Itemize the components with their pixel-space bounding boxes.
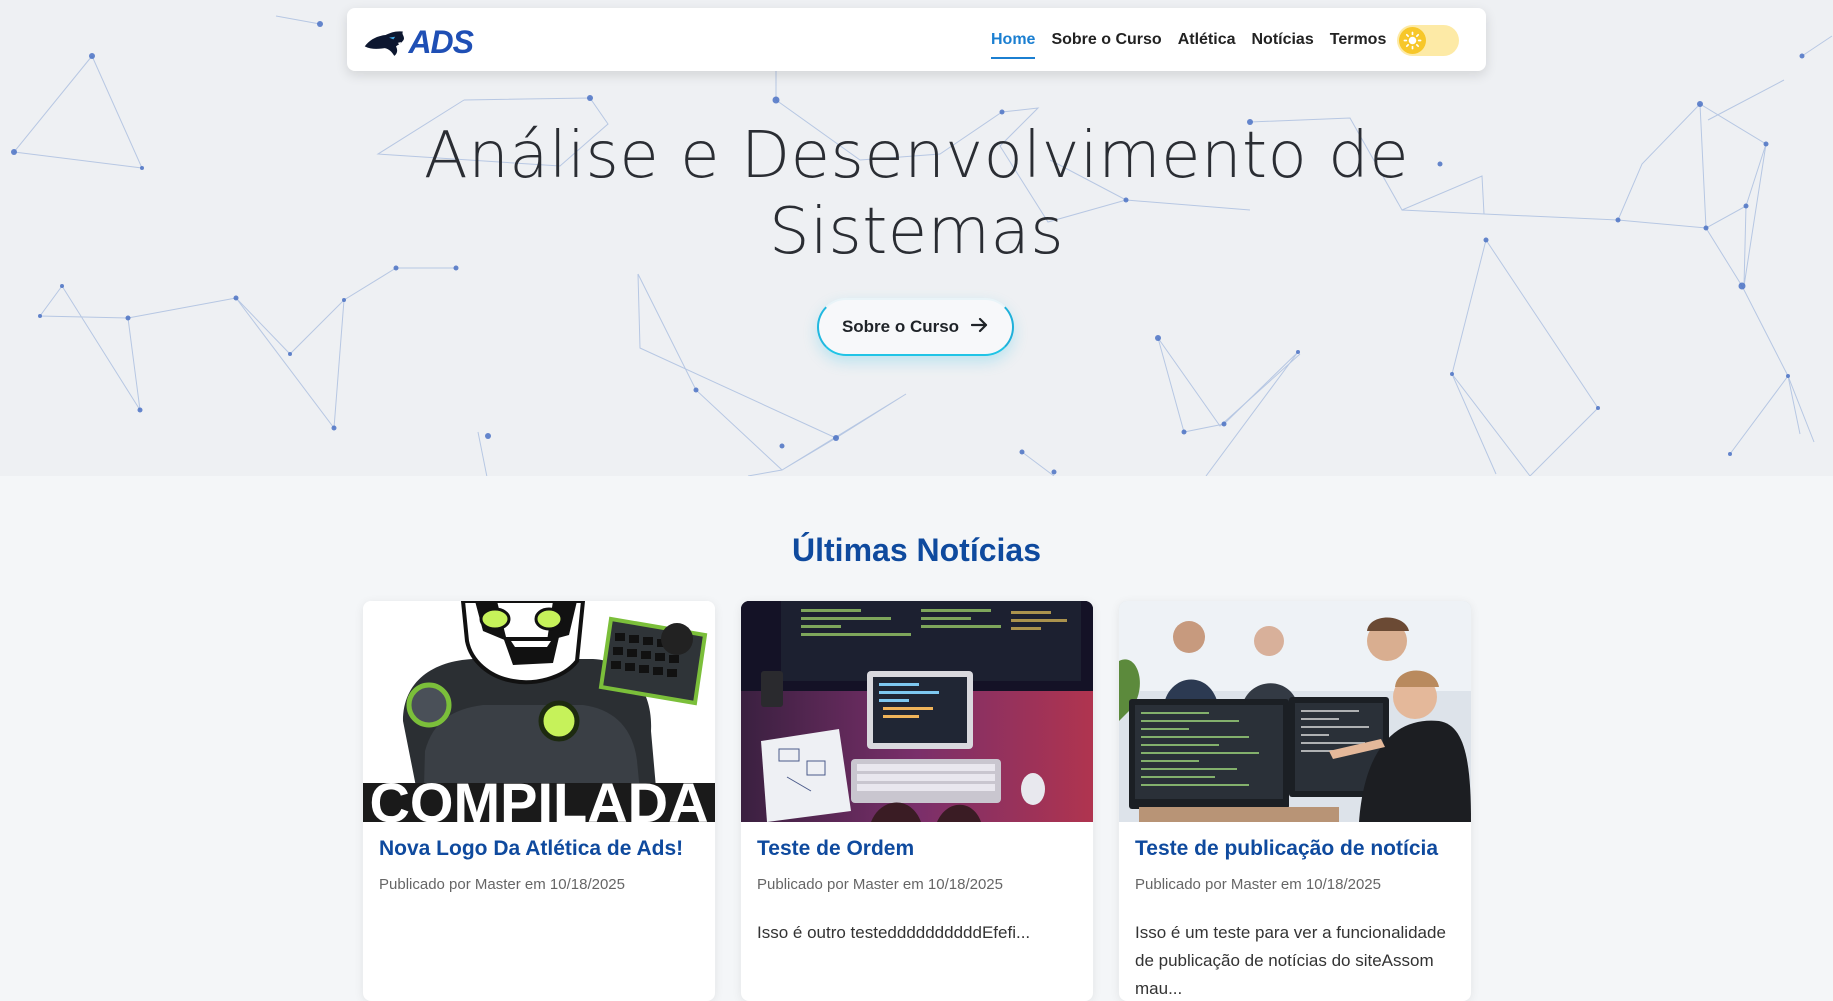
news-card-excerpt: Isso é outro testeddddddddddEfefi...: [757, 923, 1031, 942]
site-logo[interactable]: ADS: [363, 22, 474, 62]
nav-link-termos[interactable]: Termos: [1322, 8, 1395, 71]
news-card[interactable]: COMPILADA Nova Logo Da Atlética de Ads! …: [363, 601, 715, 1001]
mascot-image-text: COMPILADA: [369, 771, 708, 822]
theme-toggle-knob: [1399, 27, 1426, 54]
news-card-title[interactable]: Teste de Ordem: [757, 837, 1077, 861]
news-card-excerpt: Isso é um teste para ver a funcionalidad…: [1135, 923, 1446, 998]
arrow-right-icon: [970, 317, 989, 337]
news-card-image-developers: [1119, 601, 1471, 822]
news-card-meta: Publicado por Master em 10/18/2025: [379, 876, 625, 893]
news-card-title[interactable]: Teste de publicação de notícia: [1135, 837, 1455, 861]
hero-section: Análise e Desenvolvimento de Sistemas So…: [0, 0, 1833, 476]
hero-title: Análise e Desenvolvimento de Sistemas: [0, 118, 1833, 270]
panther-icon: [364, 31, 404, 56]
news-cards: COMPILADA Nova Logo Da Atlética de Ads! …: [363, 601, 1471, 1001]
logo-text: ADS: [408, 23, 474, 60]
hero-title-line-2: Sistemas: [768, 195, 1065, 269]
nav-link-home[interactable]: Home: [983, 8, 1043, 71]
news-card-meta: Publicado por Master em 10/18/2025: [1135, 876, 1381, 893]
sun-icon: [1403, 31, 1422, 50]
news-card-meta: Publicado por Master em 10/18/2025: [757, 876, 1003, 893]
nav-link-noticias[interactable]: Notícias: [1243, 8, 1321, 71]
nav-link-atletica[interactable]: Atlética: [1170, 8, 1244, 71]
nav-links: Home Sobre o Curso Atlética Notícias Ter…: [983, 8, 1394, 71]
about-course-button[interactable]: Sobre o Curso: [817, 298, 1014, 356]
theme-toggle[interactable]: [1397, 25, 1459, 56]
news-card[interactable]: Teste de Ordem Publicado por Master em 1…: [741, 601, 1093, 1001]
news-card-image-laptop: [741, 601, 1093, 822]
nav-link-sobre-o-curso[interactable]: Sobre o Curso: [1043, 8, 1169, 71]
news-card-image-mascot: COMPILADA: [363, 601, 715, 822]
about-course-button-label: Sobre o Curso: [841, 317, 960, 336]
news-card[interactable]: Teste de publicação de notícia Publicado…: [1119, 601, 1471, 1001]
news-card-title[interactable]: Nova Logo Da Atlética de Ads!: [379, 837, 699, 861]
hero-title-line-1: Análise e Desenvolvimento de: [423, 119, 1410, 193]
latest-news-heading: Últimas Notícias: [792, 532, 1041, 568]
top-navbar: ADS Home Sobre o Curso Atlética Notícias…: [347, 8, 1486, 71]
